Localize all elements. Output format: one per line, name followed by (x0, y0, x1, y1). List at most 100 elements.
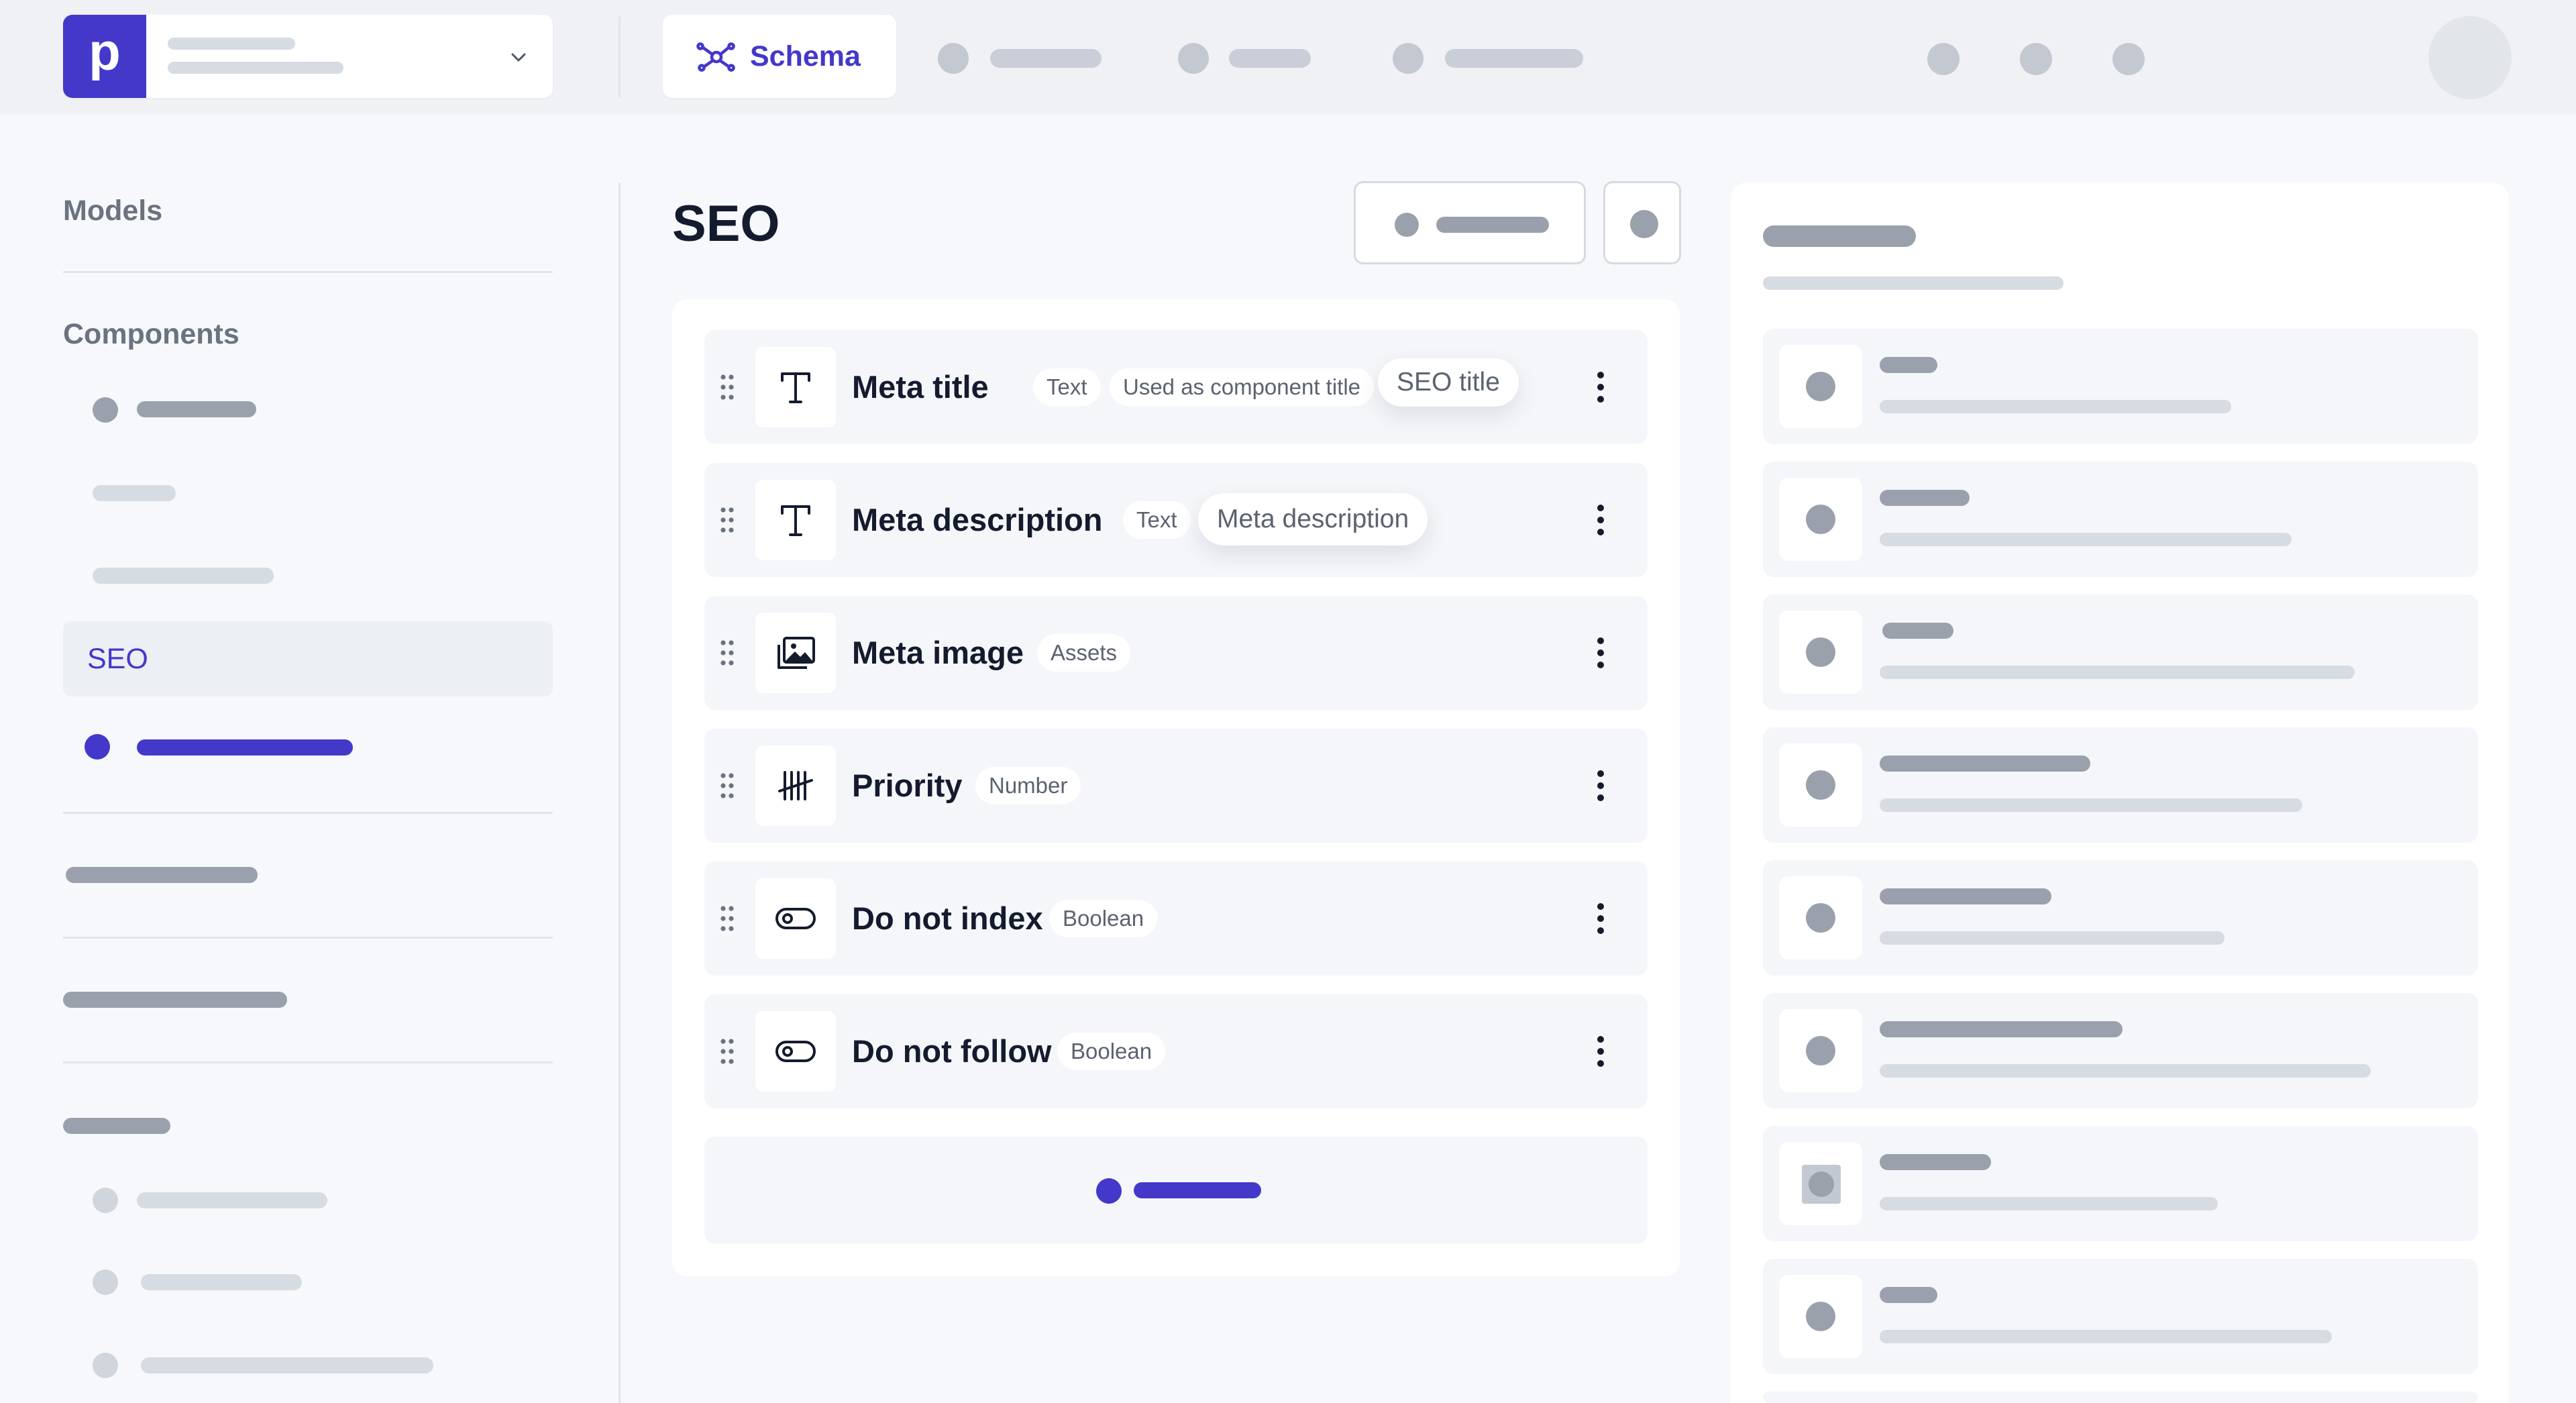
field-type-icon (1779, 876, 1862, 959)
nav-tab-label-placeholder[interactable] (1445, 49, 1583, 68)
page-title: SEO (672, 195, 780, 252)
tab-schema[interactable]: Schema (663, 15, 896, 98)
field-name: Priority (852, 768, 963, 803)
nav-tab-icon[interactable] (1393, 43, 1424, 74)
option-title-placeholder (1880, 1154, 1991, 1170)
field-type-icon (1779, 1142, 1862, 1225)
more-options-icon[interactable] (1594, 368, 1607, 406)
field-row-meta-title[interactable]: Meta title Text Used as component title … (704, 330, 1648, 444)
option-title-placeholder (1880, 357, 1937, 373)
option-title-placeholder (1880, 888, 2051, 904)
field-type-option[interactable] (1763, 329, 2478, 444)
svg-text:p: p (89, 30, 121, 81)
sidebar-item-placeholder[interactable] (63, 992, 287, 1008)
sidebar-divider (63, 937, 553, 939)
drag-handle-icon[interactable] (720, 905, 734, 932)
drag-handle-icon[interactable] (720, 639, 734, 666)
field-type-icon (1779, 1009, 1862, 1092)
project-switcher[interactable]: p (63, 15, 553, 98)
drag-handle-icon[interactable] (720, 374, 734, 401)
panel-subtitle-placeholder (1763, 276, 2063, 290)
field-row-do-not-index[interactable]: Do not index Boolean (704, 862, 1648, 976)
more-options-icon[interactable] (1594, 501, 1607, 539)
sidebar-item-icon (93, 1269, 118, 1295)
sidebar-item-placeholder[interactable] (137, 739, 353, 756)
header-action-icon[interactable] (2112, 43, 2145, 75)
field-type-option[interactable] (1763, 594, 2478, 710)
sidebar-item-placeholder[interactable] (93, 485, 176, 501)
nav-tab-label-placeholder[interactable] (990, 49, 1102, 68)
field-type-option[interactable] (1763, 1126, 2478, 1241)
field-type-option[interactable] (1763, 1259, 2478, 1374)
more-options-icon[interactable] (1594, 634, 1607, 672)
button-icon (1630, 210, 1658, 238)
add-field-label-placeholder (1134, 1182, 1261, 1198)
more-options-icon[interactable] (1594, 1033, 1607, 1070)
field-row-do-not-follow[interactable]: Do not follow Boolean (704, 994, 1648, 1108)
nav-tab-label-placeholder[interactable] (1229, 49, 1311, 68)
logo-icon: p (89, 30, 121, 81)
header-primary-button[interactable] (1354, 181, 1586, 264)
sidebar-item-placeholder[interactable] (137, 401, 256, 417)
field-name: Meta image (852, 635, 1024, 670)
sidebar-item-placeholder[interactable] (137, 1192, 327, 1208)
sidebar-item-placeholder[interactable] (93, 568, 274, 584)
sidebar-item-icon (93, 1353, 118, 1378)
option-desc-placeholder (1880, 1064, 2371, 1078)
sidebar-item-seo[interactable]: SEO (63, 621, 553, 696)
header-action-icon[interactable] (2020, 43, 2052, 75)
field-type-option[interactable] (1763, 860, 2478, 976)
nav-tab-icon[interactable] (938, 43, 969, 74)
sidebar-separator (619, 183, 621, 1403)
option-desc-placeholder (1880, 533, 2292, 546)
drag-handle-icon[interactable] (720, 772, 734, 799)
field-note-badge: Used as component title (1110, 368, 1375, 406)
sidebar-divider (63, 812, 553, 814)
sidebar-item-icon (93, 1188, 118, 1213)
sidebar-item-icon (93, 397, 118, 423)
field-type-badge: Boolean (1049, 900, 1158, 937)
models-heading: Models (63, 195, 163, 227)
tab-schema-label: Schema (750, 40, 861, 72)
option-desc-placeholder (1880, 798, 2302, 812)
more-options-icon[interactable] (1594, 900, 1607, 937)
header-action-icon[interactable] (1927, 43, 1960, 75)
option-title-placeholder (1880, 490, 1970, 506)
more-options-icon[interactable] (1594, 767, 1607, 804)
field-name: Meta description (852, 502, 1103, 537)
text-type-icon (755, 480, 836, 560)
sidebar-item-icon (85, 734, 110, 760)
text-type-icon (755, 347, 836, 427)
field-type-option[interactable] (1763, 1392, 2478, 1403)
sidebar-item-placeholder[interactable] (141, 1274, 302, 1290)
toggle-icon (755, 1011, 836, 1092)
option-desc-placeholder (1880, 1330, 2332, 1343)
chevron-down-icon (511, 53, 526, 62)
field-type-option[interactable] (1763, 993, 2478, 1108)
avatar[interactable] (2428, 16, 2512, 99)
topbar-divider (619, 16, 621, 98)
field-row-priority[interactable]: Priority Number (704, 729, 1648, 843)
drag-handle-icon[interactable] (720, 1038, 734, 1065)
button-label-placeholder (1436, 217, 1549, 233)
add-field-button[interactable] (704, 1137, 1648, 1244)
field-tooltip: Meta description (1198, 493, 1428, 545)
field-type-option[interactable] (1763, 727, 2478, 843)
option-desc-placeholder (1880, 1197, 2218, 1210)
field-name: Do not follow (852, 1033, 1052, 1069)
field-row-meta-image[interactable]: Meta image Assets (704, 596, 1648, 710)
field-type-option[interactable] (1763, 462, 2478, 577)
option-desc-placeholder (1880, 400, 2231, 413)
field-type-icon (1779, 478, 1862, 561)
sidebar-item-placeholder[interactable] (141, 1357, 433, 1373)
image-assets-icon (755, 613, 836, 693)
field-type-icon (1779, 743, 1862, 827)
sidebar-item-placeholder[interactable] (66, 867, 258, 883)
field-row-meta-description[interactable]: Meta description Text Meta description (704, 463, 1648, 577)
nav-tab-icon[interactable] (1178, 43, 1209, 74)
project-name-placeholder (168, 38, 295, 50)
drag-handle-icon[interactable] (720, 507, 734, 533)
option-title-placeholder (1880, 756, 2090, 772)
header-icon-button[interactable] (1603, 181, 1681, 264)
sidebar-divider (63, 271, 553, 273)
